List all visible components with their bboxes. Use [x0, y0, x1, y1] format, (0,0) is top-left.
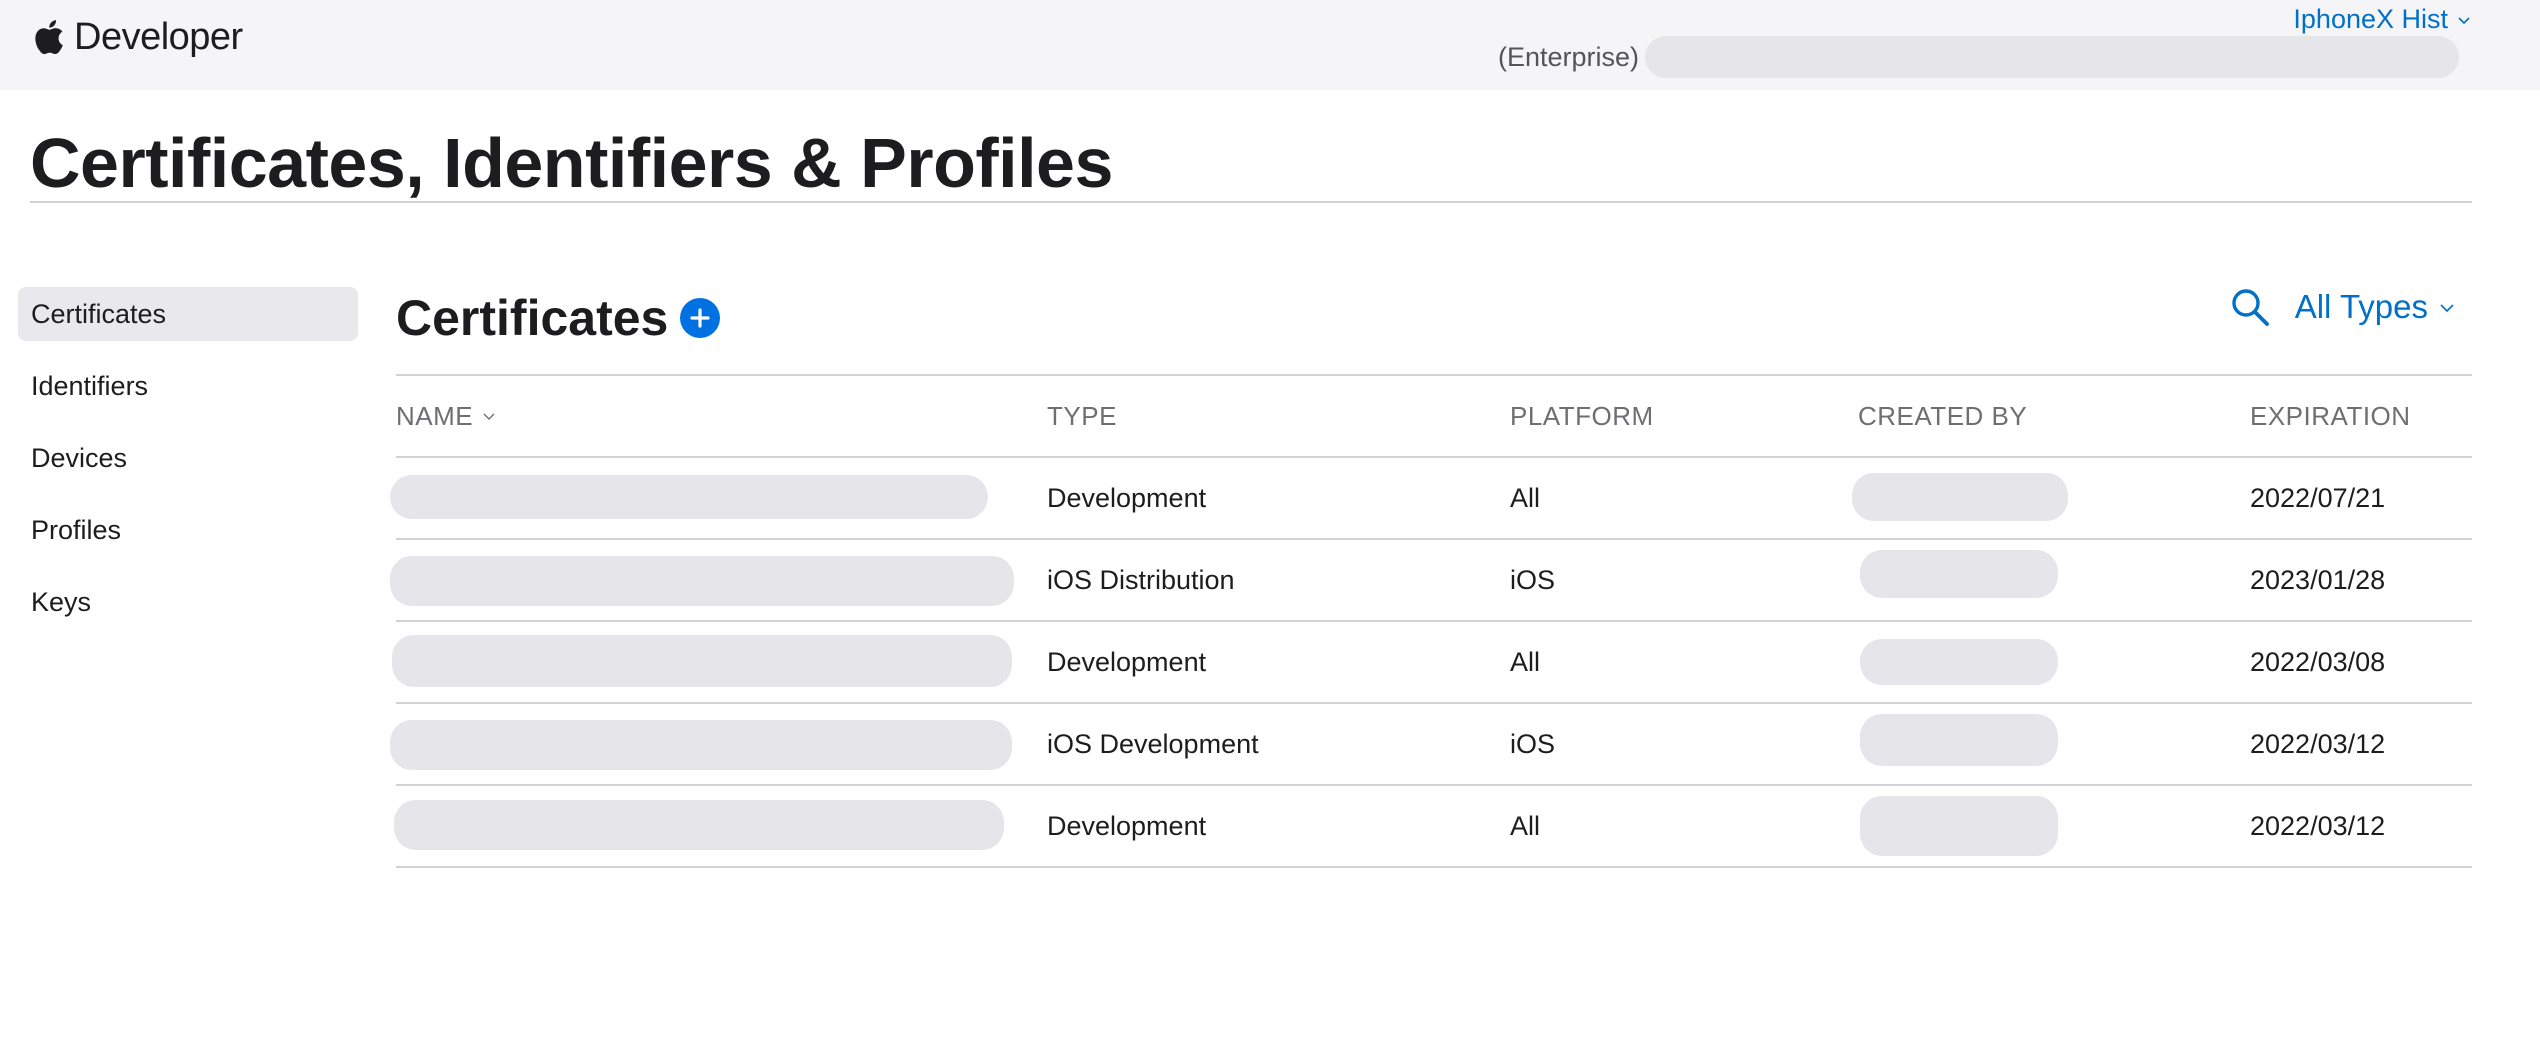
- sidebar-item-label: Keys: [31, 586, 92, 617]
- cell-platform: All: [1510, 482, 1541, 513]
- column-header-name[interactable]: NAME: [396, 376, 497, 456]
- section-title: Certificates: [396, 290, 669, 346]
- cell-type: Development: [1047, 482, 1207, 513]
- apple-logo-icon: [32, 18, 64, 56]
- plus-circle-icon: [690, 308, 710, 328]
- redacted-created-by: [1852, 473, 2068, 521]
- cell-platform: All: [1510, 810, 1541, 841]
- team-info: (Enterprise): [1498, 36, 2460, 78]
- sidebar-item-label: Certificates: [31, 298, 167, 329]
- filter-controls: All Types: [2229, 286, 2456, 328]
- title-divider: [30, 201, 2472, 203]
- chevron-down-icon: [2440, 304, 2454, 313]
- cell-type: iOS Distribution: [1047, 564, 1235, 595]
- redacted-created-by: [1860, 796, 2058, 856]
- redacted-certificate-name: [390, 556, 1014, 606]
- sidebar-item-certificates[interactable]: Certificates: [18, 287, 358, 341]
- redacted-certificate-name: [390, 720, 1012, 770]
- column-header-label: NAME: [396, 400, 474, 431]
- redacted-certificate-name: [390, 475, 988, 519]
- sidebar-item-label: Identifiers: [31, 370, 149, 401]
- section-header: Certificates: [396, 278, 721, 358]
- column-header-expiration: EXPIRATION: [2250, 400, 2411, 431]
- type-filter-dropdown[interactable]: All Types: [2295, 288, 2456, 326]
- cell-expiration: 2023/01/28: [2250, 564, 2386, 595]
- developer-home-link[interactable]: Developer: [32, 12, 243, 62]
- table-divider: [396, 866, 2472, 868]
- cell-expiration: 2022/03/12: [2250, 810, 2386, 841]
- redacted-created-by: [1860, 714, 2058, 766]
- page-title: Certificates, Identifiers & Profiles: [30, 124, 1113, 202]
- cell-expiration: 2022/07/21: [2250, 482, 2386, 513]
- redacted-created-by: [1860, 639, 2058, 685]
- redacted-team-name: [1645, 36, 2460, 78]
- cell-type: iOS Development: [1047, 728, 1259, 759]
- redacted-created-by: [1860, 550, 2058, 598]
- cell-expiration: 2022/03/12: [2250, 728, 2386, 759]
- sidebar-item-identifiers[interactable]: Identifiers: [18, 359, 358, 413]
- search-icon[interactable]: [2229, 286, 2271, 328]
- cell-platform: All: [1510, 646, 1541, 677]
- certificates-table: NAME TYPE PLATFORM CREATED BY EXPIRATION…: [390, 374, 2472, 868]
- table-row[interactable]: Development All 2022/03/12: [394, 786, 2472, 866]
- type-filter-label: All Types: [2294, 288, 2428, 325]
- chevron-down-icon: [2458, 16, 2470, 24]
- column-header-platform: PLATFORM: [1510, 400, 1654, 431]
- cell-platform: iOS: [1510, 564, 1556, 595]
- redacted-certificate-name: [392, 635, 1012, 687]
- cell-type: Development: [1047, 810, 1207, 841]
- column-header-created-by: CREATED BY: [1858, 400, 2028, 431]
- top-navigation-bar: Developer IphoneX Hist (Enterprise): [0, 0, 2540, 90]
- cell-type: Development: [1047, 646, 1207, 677]
- account-name: IphoneX Hist: [2293, 4, 2448, 34]
- sidebar: Certificates Identifiers Devices Profile…: [18, 287, 358, 647]
- cell-platform: iOS: [1510, 728, 1556, 759]
- team-type-label: (Enterprise): [1498, 41, 1640, 72]
- brand-name: Developer: [74, 15, 243, 58]
- table-row[interactable]: Development All 2022/07/21: [390, 458, 2472, 538]
- cell-expiration: 2022/03/08: [2250, 646, 2386, 677]
- sidebar-item-devices[interactable]: Devices: [18, 431, 358, 485]
- sidebar-item-label: Profiles: [31, 514, 122, 545]
- sidebar-item-keys[interactable]: Keys: [18, 575, 358, 629]
- sidebar-item-profiles[interactable]: Profiles: [18, 503, 358, 557]
- account-menu[interactable]: IphoneX Hist: [2293, 4, 2472, 35]
- redacted-certificate-name: [394, 800, 1004, 850]
- add-certificate-button[interactable]: [680, 298, 721, 338]
- table-row[interactable]: iOS Development iOS 2022/03/12: [390, 704, 2472, 784]
- table-row[interactable]: iOS Distribution iOS 2023/01/28: [390, 540, 2472, 620]
- sort-chevron-icon: [483, 413, 495, 420]
- sidebar-item-label: Devices: [31, 442, 128, 473]
- table-header-row: NAME TYPE PLATFORM CREATED BY EXPIRATION: [396, 376, 2472, 456]
- table-row[interactable]: Development All 2022/03/08: [392, 622, 2472, 702]
- column-header-type: TYPE: [1047, 400, 1117, 431]
